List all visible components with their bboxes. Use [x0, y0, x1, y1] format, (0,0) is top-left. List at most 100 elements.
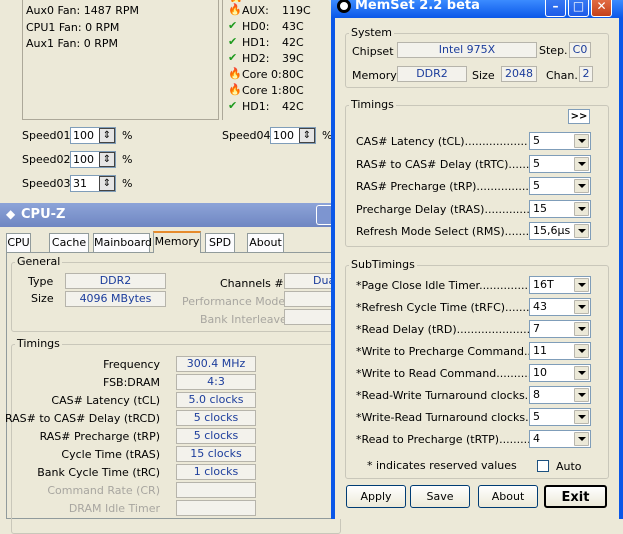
percent-label: % — [122, 129, 133, 142]
checkmark-icon: ✔ — [228, 51, 238, 64]
timing-label: CAS# Latency (tCL) — [51, 394, 160, 407]
timing-select-value: 16T — [533, 278, 554, 291]
timing-label: RAS# to CAS# Delay (tRCD) — [4, 412, 160, 425]
timing-select[interactable]: 11 — [529, 342, 591, 360]
timing-select[interactable]: 5 — [529, 408, 591, 426]
timing-label: DRAM Idle Timer — [68, 502, 160, 515]
timing-label: CAS# Latency (tCL).................. — [356, 135, 528, 148]
minimize-button[interactable]: – — [545, 0, 566, 17]
memset-title-bar[interactable]: MemSet 2.2 beta – □ ✕ — [331, 0, 623, 18]
about-button[interactable]: About — [478, 485, 538, 508]
auto-checkbox[interactable] — [537, 460, 549, 472]
dropdown-arrow-icon[interactable] — [574, 344, 589, 358]
reserved-note: * indicates reserved values — [367, 459, 517, 472]
exit-button[interactable]: Exit — [544, 485, 607, 508]
tab-about[interactable]: About — [247, 233, 284, 252]
tab-cache[interactable]: Cache — [49, 233, 89, 252]
speed-label: Speed03: — [22, 177, 75, 190]
temp-label: HD1: — [242, 36, 270, 49]
timing-select[interactable]: 15 — [529, 199, 591, 218]
dropdown-arrow-icon[interactable] — [574, 134, 589, 148]
dropdown-arrow-icon[interactable] — [574, 278, 589, 292]
dropdown-arrow-icon[interactable] — [574, 388, 589, 402]
timing-label: *Write to Read Command.................. — [356, 367, 530, 380]
fire-icon: 🔥 — [228, 67, 242, 80]
step-value: C0 — [569, 42, 591, 58]
timing-select-value: 8 — [533, 388, 540, 401]
close-button[interactable]: ✕ — [591, 0, 612, 17]
dropdown-arrow-icon[interactable] — [574, 201, 589, 216]
timing-label: *Read to Precharge (tRTP)...............… — [356, 433, 530, 446]
maximize-button[interactable]: □ — [568, 0, 589, 17]
timing-select-value: 10 — [533, 366, 547, 379]
timing-label: *Page Close Idle Timer..................… — [356, 279, 530, 292]
timing-label: Bank Cycle Time (tRC) — [37, 466, 160, 479]
apply-button[interactable]: Apply — [346, 485, 406, 508]
dropdown-arrow-icon[interactable] — [574, 179, 589, 193]
dropdown-arrow-icon[interactable] — [574, 366, 589, 380]
timing-select[interactable]: 8 — [529, 386, 591, 404]
timing-select[interactable]: 5 — [529, 132, 591, 150]
timing-select-value: 43 — [533, 300, 547, 313]
save-button[interactable]: Save — [410, 485, 470, 508]
cpuz-title-bar[interactable]: ◆ CPU-Z — [0, 203, 332, 227]
cpuz-window: ◆ CPU-Z CPU Cache Mainboard Memory SPD About … — [0, 203, 341, 534]
timing-select-value: 15,6µs — [533, 224, 571, 237]
timing-value: 5 clocks — [176, 410, 256, 426]
dropdown-arrow-icon[interactable] — [574, 224, 589, 238]
dropdown-arrow-icon[interactable] — [574, 322, 589, 336]
timing-select[interactable]: 10 — [529, 364, 591, 382]
auto-label: Auto — [556, 460, 582, 473]
tab-spd[interactable]: SPD — [205, 233, 235, 252]
timing-label: *Write-Read Turnaround clocks......... — [356, 411, 530, 424]
chan-value: 2 — [579, 66, 593, 82]
timing-select[interactable]: 43 — [529, 298, 591, 316]
tab-cpu[interactable]: CPU — [6, 233, 31, 252]
temp-value: 80C — [282, 84, 304, 97]
size-label: Size — [472, 69, 495, 82]
temp-label: Core 0: — [242, 68, 282, 81]
chan-label: Chan. — [546, 69, 578, 82]
tab-mainboard[interactable]: Mainboard — [93, 233, 152, 252]
temp-value: 42C — [282, 100, 304, 113]
timing-select-value: 5 — [533, 410, 540, 423]
timing-select[interactable]: 4 — [529, 430, 591, 448]
size-label: Size — [31, 292, 54, 305]
memset-app-icon — [337, 0, 351, 13]
speed-row: Speed01: 100 ⇕ % — [22, 127, 142, 145]
timing-select[interactable]: 7 — [529, 320, 591, 338]
tab-memory[interactable]: Memory — [153, 231, 201, 253]
timing-select[interactable]: 16T — [529, 276, 591, 294]
timing-select[interactable]: 15,6µs — [529, 222, 591, 240]
timing-select-value: 5 — [533, 179, 540, 192]
timing-select[interactable]: 5 — [529, 177, 591, 195]
dropdown-arrow-icon[interactable] — [574, 410, 589, 424]
timing-label: Cycle Time (tRAS) — [61, 448, 160, 461]
dropdown-arrow-icon[interactable] — [574, 156, 589, 171]
timings-group-title: Timings — [349, 98, 396, 111]
speed-spinner-icon[interactable]: ⇕ — [299, 128, 315, 143]
speed-spinner-icon[interactable]: ⇕ — [99, 176, 115, 191]
temp-label: HD2: — [242, 52, 270, 65]
memset-window: MemSet 2.2 beta – □ ✕ System Chipset Int… — [331, 0, 623, 519]
expand-timings-button[interactable]: >> — [568, 109, 590, 124]
speed-spinner-icon[interactable]: ⇕ — [99, 128, 115, 143]
timing-select[interactable]: 5 — [529, 154, 591, 173]
timing-label: FSB:DRAM — [102, 376, 160, 389]
checkmark-icon: ✔ — [228, 99, 238, 112]
dropdown-arrow-icon[interactable] — [574, 300, 589, 314]
timing-value: 1 clocks — [176, 464, 256, 480]
cpuz-title: CPU-Z — [21, 207, 66, 222]
memset-client: System Chipset Intel 975X Step. C0 Memor… — [335, 18, 619, 519]
speed-row: Speed04: 100 ⇕ % — [222, 127, 332, 145]
system-group-title: System — [349, 26, 395, 39]
speed-row: Speed03: 31 ⇕ % — [22, 175, 142, 193]
temp-value: 119C — [282, 4, 311, 17]
channels-label: Channels # — [220, 277, 284, 290]
minimize-button[interactable] — [316, 205, 332, 225]
type-value: DDR2 — [65, 273, 166, 289]
dropdown-arrow-icon[interactable] — [574, 432, 589, 446]
speed-spinner-icon[interactable]: ⇕ — [99, 152, 115, 167]
timing-select-value: 11 — [533, 344, 547, 357]
chipset-label: Chipset — [352, 45, 394, 58]
